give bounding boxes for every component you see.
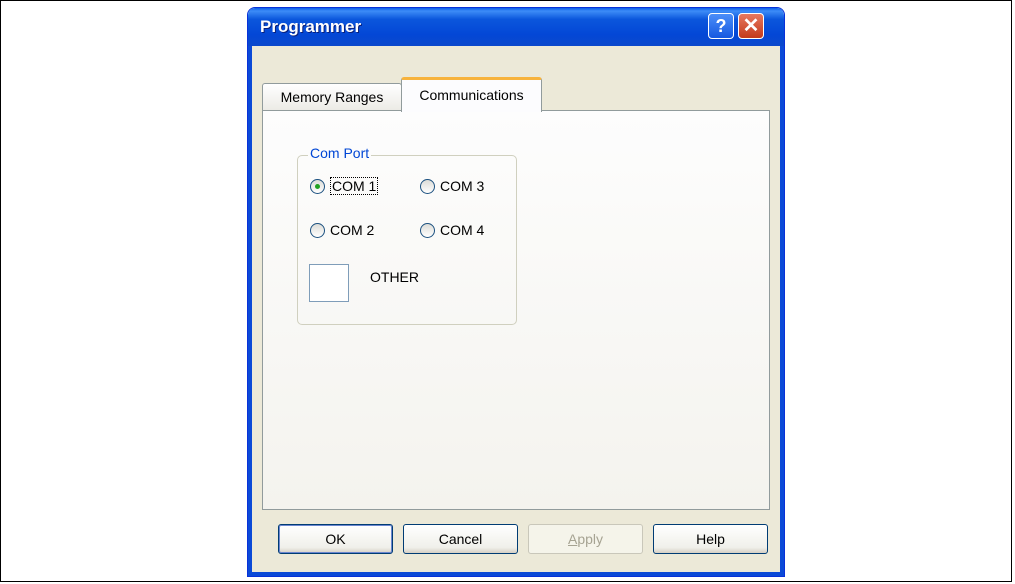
help-icon[interactable]: ?	[708, 13, 734, 39]
window-border-bottom	[248, 572, 784, 576]
radio-com2-label: COM 2	[330, 222, 375, 238]
apply-mnemonic: A	[567, 531, 578, 547]
radio-com2-button[interactable]	[310, 222, 325, 238]
tab-memory-ranges[interactable]: Memory Ranges	[262, 83, 402, 110]
radio-com4-label: COM 4	[440, 222, 485, 238]
close-icon[interactable]: ✕	[738, 13, 764, 39]
window-border-left	[248, 46, 252, 576]
other-port-label: OTHER	[370, 269, 419, 285]
apply-button[interactable]: Apply	[528, 524, 643, 554]
apply-label-rest: pply	[577, 531, 604, 547]
title-bar[interactable]: Programmer ? ✕	[248, 8, 784, 46]
ok-button[interactable]: OK	[278, 524, 393, 554]
tab-communications[interactable]: Communications	[401, 77, 542, 112]
radio-com3-button[interactable]	[420, 178, 435, 194]
programmer-dialog: Programmer ? ✕ Memory Ranges Communicati…	[248, 8, 784, 576]
com-port-group-title: Com Port	[308, 145, 372, 161]
radio-selected-dot	[315, 183, 320, 189]
other-port-field[interactable]	[309, 264, 349, 302]
radio-com3-label: COM 3	[440, 178, 485, 194]
radio-com1-label: COM 1	[330, 177, 379, 195]
radio-com1[interactable]: COM 1	[310, 176, 379, 196]
window-border-right	[780, 46, 784, 576]
radio-com3[interactable]: COM 3	[420, 176, 484, 196]
radio-com4-button[interactable]	[420, 222, 435, 238]
help-button[interactable]: Help	[653, 524, 768, 554]
communications-panel: Com Port COM 1 COM 3 COM 2 COM 4 OTHER	[262, 110, 770, 510]
radio-com2[interactable]: COM 2	[310, 220, 374, 240]
window-title: Programmer	[260, 17, 362, 36]
com-port-group: Com Port COM 1 COM 3 COM 2 COM 4 OTHER	[297, 145, 517, 325]
radio-com4[interactable]: COM 4	[420, 220, 484, 240]
radio-com1-button[interactable]	[310, 178, 325, 194]
cancel-button[interactable]: Cancel	[403, 524, 518, 554]
